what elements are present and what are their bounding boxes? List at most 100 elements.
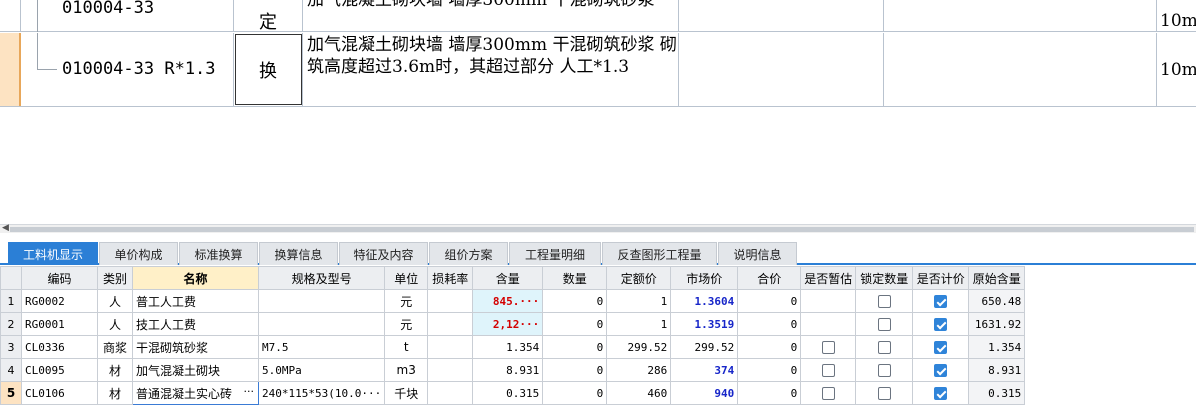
quantity-cell[interactable]: 0 — [542, 289, 608, 313]
code-cell[interactable]: RG0001 — [21, 312, 98, 336]
column-header[interactable]: 是否计价 — [912, 266, 970, 290]
table-row-current[interactable]: 5 CL0106 材 普通混凝土实心砖 ··· 240*115*53(10.0··… — [0, 381, 1026, 405]
unit-cell[interactable]: t — [384, 335, 429, 359]
market-price-cell[interactable]: 299.52 — [670, 335, 739, 359]
quantity-cell[interactable]: 0 — [542, 335, 608, 359]
horizontal-scrollbar[interactable]: ◀ — [0, 223, 1196, 233]
column-header[interactable]: 损耗率 — [427, 266, 474, 290]
tab-unit-price[interactable]: 单价构成 — [99, 242, 178, 265]
priced-checkbox[interactable] — [934, 364, 948, 377]
tab-features[interactable]: 特征及内容 — [339, 242, 428, 265]
lock-quantity-cell[interactable] — [855, 358, 914, 382]
column-header[interactable]: 数量 — [542, 266, 608, 290]
column-header[interactable]: 类别 — [97, 266, 133, 290]
code-cell[interactable]: CL0095 — [21, 358, 98, 382]
total-price-cell[interactable]: 0 — [737, 312, 802, 336]
table-row[interactable]: 4 CL0095 材 加气混凝土砌块 5.0MPa m3 8.931 0 286… — [0, 358, 1026, 382]
priced-cell[interactable] — [912, 381, 970, 405]
total-price-cell[interactable]: 0 — [737, 289, 802, 313]
provisional-cell[interactable] — [800, 358, 857, 382]
code-cell[interactable]: RG0002 — [21, 289, 98, 313]
column-header[interactable]: 规格及型号 — [257, 266, 386, 290]
quota-price-cell[interactable]: 286 — [606, 358, 672, 382]
market-price-cell[interactable]: 1.3519 — [670, 312, 739, 336]
category-cell[interactable]: 材 — [97, 358, 133, 382]
spec-cell[interactable]: 5.0MPa — [257, 358, 386, 382]
quota-price-cell[interactable]: 1 — [606, 289, 672, 313]
provisional-cell[interactable] — [800, 335, 857, 359]
corner-cell[interactable] — [0, 266, 22, 290]
quota-row[interactable]: 010004-33 定 加气混凝土砌块墙 墙厚300mm 干混砌筑砂浆 10m3 — [0, 0, 1196, 33]
provisional-checkbox[interactable] — [821, 341, 835, 354]
provisional-checkbox[interactable] — [821, 387, 835, 400]
name-cell[interactable]: 干混砌筑砂浆 — [132, 335, 259, 359]
tab-labor-material-machine[interactable]: 工料机显示 — [8, 242, 98, 265]
table-row[interactable]: 1 RG0002 人 普工人工费 元 845.··· 0 1 1.3604 0 … — [0, 289, 1026, 313]
column-header-selected[interactable]: 名称 — [132, 266, 259, 290]
row-number[interactable]: 4 — [0, 358, 22, 382]
unit-cell[interactable]: m3 — [384, 358, 429, 382]
priced-checkbox[interactable] — [934, 387, 948, 400]
row-number[interactable]: 2 — [0, 312, 22, 336]
more-options-icon[interactable]: ··· — [244, 385, 255, 398]
empty-cell[interactable] — [884, 0, 1157, 31]
quantity-cell[interactable]: 0 — [542, 381, 608, 405]
lock-quantity-checkbox[interactable] — [877, 318, 891, 331]
quota-name-cell[interactable]: 加气混凝土砌块墙 墙厚300mm 干混砌筑砂浆 — [303, 0, 679, 31]
quota-row-selected[interactable]: 010004-33 R*1.3 换 加气混凝土砌块墙 墙厚300mm 干混砌筑砂… — [0, 33, 1196, 107]
table-row[interactable]: 3 CL0336 商浆 干混砌筑砂浆 M7.5 t 1.354 0 299.52… — [0, 335, 1026, 359]
name-cell[interactable]: 普工人工费 — [132, 289, 259, 313]
original-content-cell[interactable]: 0.315 — [968, 381, 1026, 405]
code-cell[interactable]: CL0336 — [21, 335, 98, 359]
lock-quantity-checkbox[interactable] — [877, 364, 891, 377]
priced-cell[interactable] — [912, 289, 970, 313]
original-content-cell[interactable]: 8.931 — [968, 358, 1026, 382]
empty-cell[interactable] — [679, 33, 884, 106]
category-cell[interactable]: 人 — [97, 312, 133, 336]
unit-cell[interactable]: 元 — [384, 312, 429, 336]
code-cell[interactable]: CL0106 — [21, 381, 98, 405]
spec-cell[interactable] — [257, 289, 386, 313]
quota-price-cell[interactable]: 299.52 — [606, 335, 672, 359]
original-content-cell[interactable]: 1631.92 — [968, 312, 1026, 336]
scrollbar-thumb[interactable] — [10, 227, 1194, 232]
lock-quantity-checkbox[interactable] — [877, 341, 891, 354]
content-cell[interactable]: 8.931 — [472, 358, 544, 382]
row-number[interactable]: 1 — [0, 289, 22, 313]
quota-type-cell[interactable]: 定 — [234, 0, 303, 33]
quota-price-cell[interactable]: 1 — [606, 312, 672, 336]
market-price-cell[interactable]: 940 — [670, 381, 739, 405]
quota-code-cell[interactable]: 010004-33 R*1.3 — [21, 33, 234, 106]
spec-cell[interactable]: 240*115*53(10.0··· — [257, 381, 386, 405]
tab-notes[interactable]: 说明信息 — [718, 242, 797, 265]
tab-quantity-details[interactable]: 工程量明细 — [509, 242, 601, 265]
quantity-cell[interactable]: 0 — [542, 358, 608, 382]
category-cell[interactable]: 人 — [97, 289, 133, 313]
lock-quantity-cell[interactable] — [855, 381, 914, 405]
market-price-cell[interactable]: 1.3604 — [670, 289, 739, 313]
row-number[interactable]: 3 — [0, 335, 22, 359]
lock-quantity-checkbox[interactable] — [877, 295, 891, 308]
category-cell[interactable]: 材 — [97, 381, 133, 405]
total-price-cell[interactable]: 0 — [737, 358, 802, 382]
quota-price-cell[interactable]: 460 — [606, 381, 672, 405]
loss-rate-cell[interactable] — [427, 289, 474, 313]
column-header[interactable]: 单位 — [384, 266, 429, 290]
tab-standard-conversion[interactable]: 标准换算 — [179, 242, 258, 265]
quota-unit-cell[interactable]: 10m3 — [1157, 33, 1196, 106]
unit-cell[interactable]: 千块 — [384, 381, 429, 405]
total-price-cell[interactable]: 0 — [737, 335, 802, 359]
loss-rate-cell[interactable] — [427, 358, 474, 382]
original-content-cell[interactable]: 1.354 — [968, 335, 1026, 359]
column-header[interactable]: 是否暂估 — [800, 266, 857, 290]
total-price-cell[interactable]: 0 — [737, 381, 802, 405]
priced-cell[interactable] — [912, 358, 970, 382]
row-indicator[interactable] — [0, 33, 21, 106]
priced-checkbox[interactable] — [934, 341, 948, 354]
lock-quantity-cell[interactable] — [855, 312, 914, 336]
priced-cell[interactable] — [912, 312, 970, 336]
priced-cell[interactable] — [912, 335, 970, 359]
column-header[interactable]: 市场价 — [670, 266, 739, 290]
priced-checkbox[interactable] — [934, 295, 948, 308]
tab-graphic-quantity[interactable]: 反查图形工程量 — [602, 242, 717, 265]
